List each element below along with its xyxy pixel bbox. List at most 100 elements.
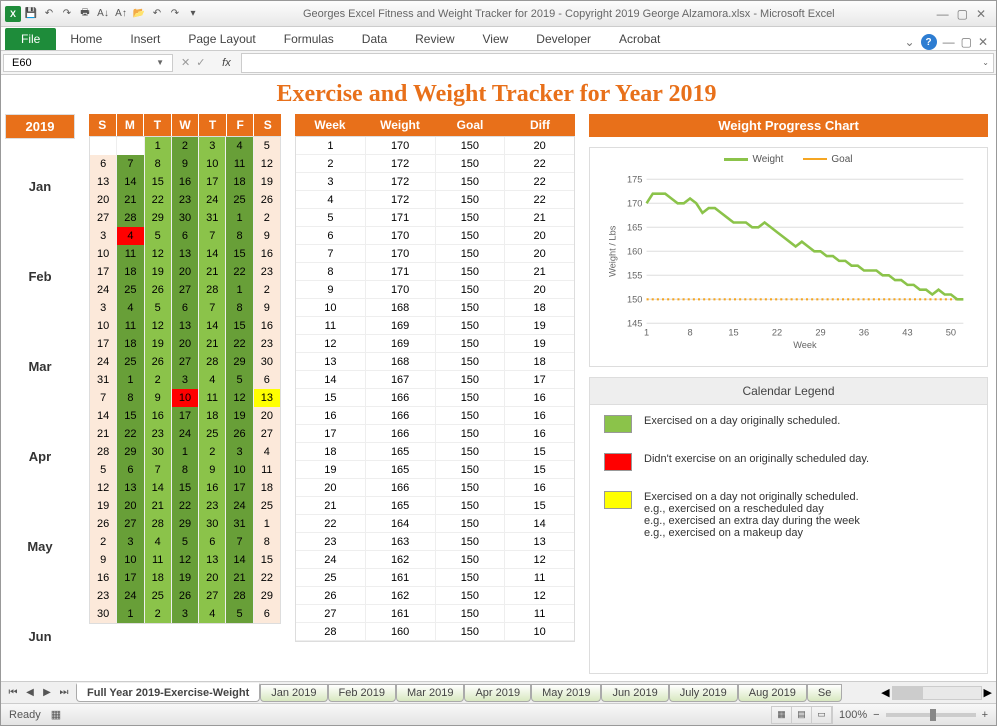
table-row[interactable]: 2216415014: [296, 515, 574, 533]
calendar-cell[interactable]: 21: [145, 497, 172, 515]
calendar-cell[interactable]: 1: [254, 515, 280, 533]
calendar-cell[interactable]: 19: [90, 497, 117, 515]
calendar-cell[interactable]: 17: [172, 407, 199, 425]
table-row[interactable]: 2616215012: [296, 587, 574, 605]
sheet-tab[interactable]: July 2019: [669, 684, 738, 702]
calendar-cell[interactable]: 19: [172, 569, 199, 587]
calendar-cell[interactable]: 30: [254, 353, 280, 371]
calendar-cell[interactable]: 2: [90, 533, 117, 551]
calendar-cell[interactable]: 18: [117, 335, 144, 353]
prev-sheet-icon[interactable]: ◀: [22, 687, 38, 698]
calendar-cell[interactable]: 21: [90, 425, 117, 443]
calendar-cell[interactable]: 30: [145, 443, 172, 461]
table-row[interactable]: 2816015010: [296, 623, 574, 641]
maximize-icon[interactable]: ▢: [957, 7, 968, 21]
last-sheet-icon[interactable]: ⏭: [56, 687, 72, 698]
calendar-cell[interactable]: 24: [199, 191, 226, 209]
calendar-cell[interactable]: 24: [90, 281, 117, 299]
confirm-fx-icon[interactable]: ✓: [196, 56, 205, 69]
table-row[interactable]: 1716615016: [296, 425, 574, 443]
calendar-cell[interactable]: 4: [117, 227, 144, 245]
doc-close-icon[interactable]: ✕: [978, 35, 988, 49]
calendar-cell[interactable]: 28: [226, 587, 253, 605]
sheet-tab[interactable]: Apr 2019: [464, 684, 531, 702]
namebox-dropdown-icon[interactable]: ▼: [156, 58, 164, 67]
fx-icon[interactable]: fx: [211, 57, 241, 69]
table-row[interactable]: 1116915019: [296, 317, 574, 335]
ribbon-tab[interactable]: Data: [348, 28, 401, 50]
calendar-cell[interactable]: 22: [145, 191, 172, 209]
calendar-cell[interactable]: 24: [90, 353, 117, 371]
calendar-cell[interactable]: 9: [172, 155, 199, 173]
calendar-cell[interactable]: 2: [199, 443, 226, 461]
calendar-cell[interactable]: 7: [226, 533, 253, 551]
calendar-cell[interactable]: 6: [254, 371, 280, 389]
calendar-cell[interactable]: 5: [90, 461, 117, 479]
calendar-cell[interactable]: 9: [199, 461, 226, 479]
calendar-cell[interactable]: 19: [145, 335, 172, 353]
calendar-cell[interactable]: 18: [254, 479, 280, 497]
ribbon-min-icon[interactable]: ⌄: [905, 35, 915, 49]
calendar-cell[interactable]: 19: [145, 263, 172, 281]
ribbon-tab[interactable]: Developer: [522, 28, 605, 50]
sheet-tab[interactable]: May 2019: [531, 684, 601, 702]
redo2-icon[interactable]: ↷: [167, 6, 183, 22]
calendar-cell[interactable]: 26: [226, 425, 253, 443]
formula-input[interactable]: ⌄: [241, 53, 994, 73]
calendar-cell[interactable]: 13: [172, 245, 199, 263]
calendar-cell[interactable]: 5: [145, 227, 172, 245]
table-row[interactable]: 1316815018: [296, 353, 574, 371]
calendar-cell[interactable]: 3: [172, 605, 199, 623]
table-row[interactable]: 517115021: [296, 209, 574, 227]
calendar-cell[interactable]: 9: [145, 389, 172, 407]
calendar-cell[interactable]: 20: [90, 191, 117, 209]
calendar-cell[interactable]: 15: [226, 317, 253, 335]
calendar-cell[interactable]: 3: [90, 227, 117, 245]
calendar-cell[interactable]: 24: [117, 587, 144, 605]
table-row[interactable]: 117015020: [296, 137, 574, 155]
print-icon[interactable]: 🖶: [77, 6, 93, 22]
calendar-cell[interactable]: 5: [172, 533, 199, 551]
calendar-cell[interactable]: 11: [254, 461, 280, 479]
ribbon-tab[interactable]: Acrobat: [605, 28, 674, 50]
table-row[interactable]: 1616615016: [296, 407, 574, 425]
calendar-cell[interactable]: 14: [199, 317, 226, 335]
name-box[interactable]: E60 ▼: [3, 54, 173, 72]
calendar-cell[interactable]: 1: [145, 137, 172, 155]
close-icon[interactable]: ✕: [976, 7, 986, 21]
calendar-cell[interactable]: 16: [254, 317, 280, 335]
sheet-tab[interactable]: Jun 2019: [601, 684, 668, 702]
open-icon[interactable]: 📂: [131, 6, 147, 22]
calendar-cell[interactable]: 29: [254, 587, 280, 605]
calendar-cell[interactable]: 30: [199, 515, 226, 533]
calendar-cell[interactable]: 15: [226, 245, 253, 263]
calendar-cell[interactable]: 9: [254, 227, 280, 245]
calendar-cell[interactable]: 12: [90, 479, 117, 497]
calendar-cell[interactable]: 31: [226, 515, 253, 533]
table-row[interactable]: 2016615016: [296, 479, 574, 497]
calendar-cell[interactable]: 13: [199, 551, 226, 569]
calendar-cell[interactable]: 16: [172, 173, 199, 191]
calendar-cell[interactable]: 26: [145, 353, 172, 371]
calendar-cell[interactable]: 16: [145, 407, 172, 425]
table-row[interactable]: 1516615016: [296, 389, 574, 407]
undo-icon[interactable]: ↶: [41, 6, 57, 22]
table-row[interactable]: 2516115011: [296, 569, 574, 587]
calendar-cell[interactable]: 11: [117, 317, 144, 335]
sheet-tab[interactable]: Mar 2019: [396, 684, 464, 702]
ribbon-tab[interactable]: Review: [401, 28, 468, 50]
calendar-cell[interactable]: 1: [172, 443, 199, 461]
scroll-right-icon[interactable]: ▶: [984, 686, 992, 699]
calendar-cell[interactable]: 11: [117, 245, 144, 263]
calendar-cell[interactable]: 12: [254, 155, 280, 173]
sheet-tab[interactable]: Aug 2019: [738, 684, 807, 702]
calendar-cell[interactable]: 15: [117, 407, 144, 425]
calendar-cell[interactable]: 27: [254, 425, 280, 443]
table-row[interactable]: 1916515015: [296, 461, 574, 479]
calendar-cell[interactable]: 1: [117, 605, 144, 623]
calendar-cell[interactable]: 13: [254, 389, 280, 407]
calendar-cell[interactable]: 2: [172, 137, 199, 155]
calendar-cell[interactable]: 29: [117, 443, 144, 461]
calendar-cell[interactable]: 1: [117, 371, 144, 389]
calendar-cell[interactable]: 23: [145, 425, 172, 443]
